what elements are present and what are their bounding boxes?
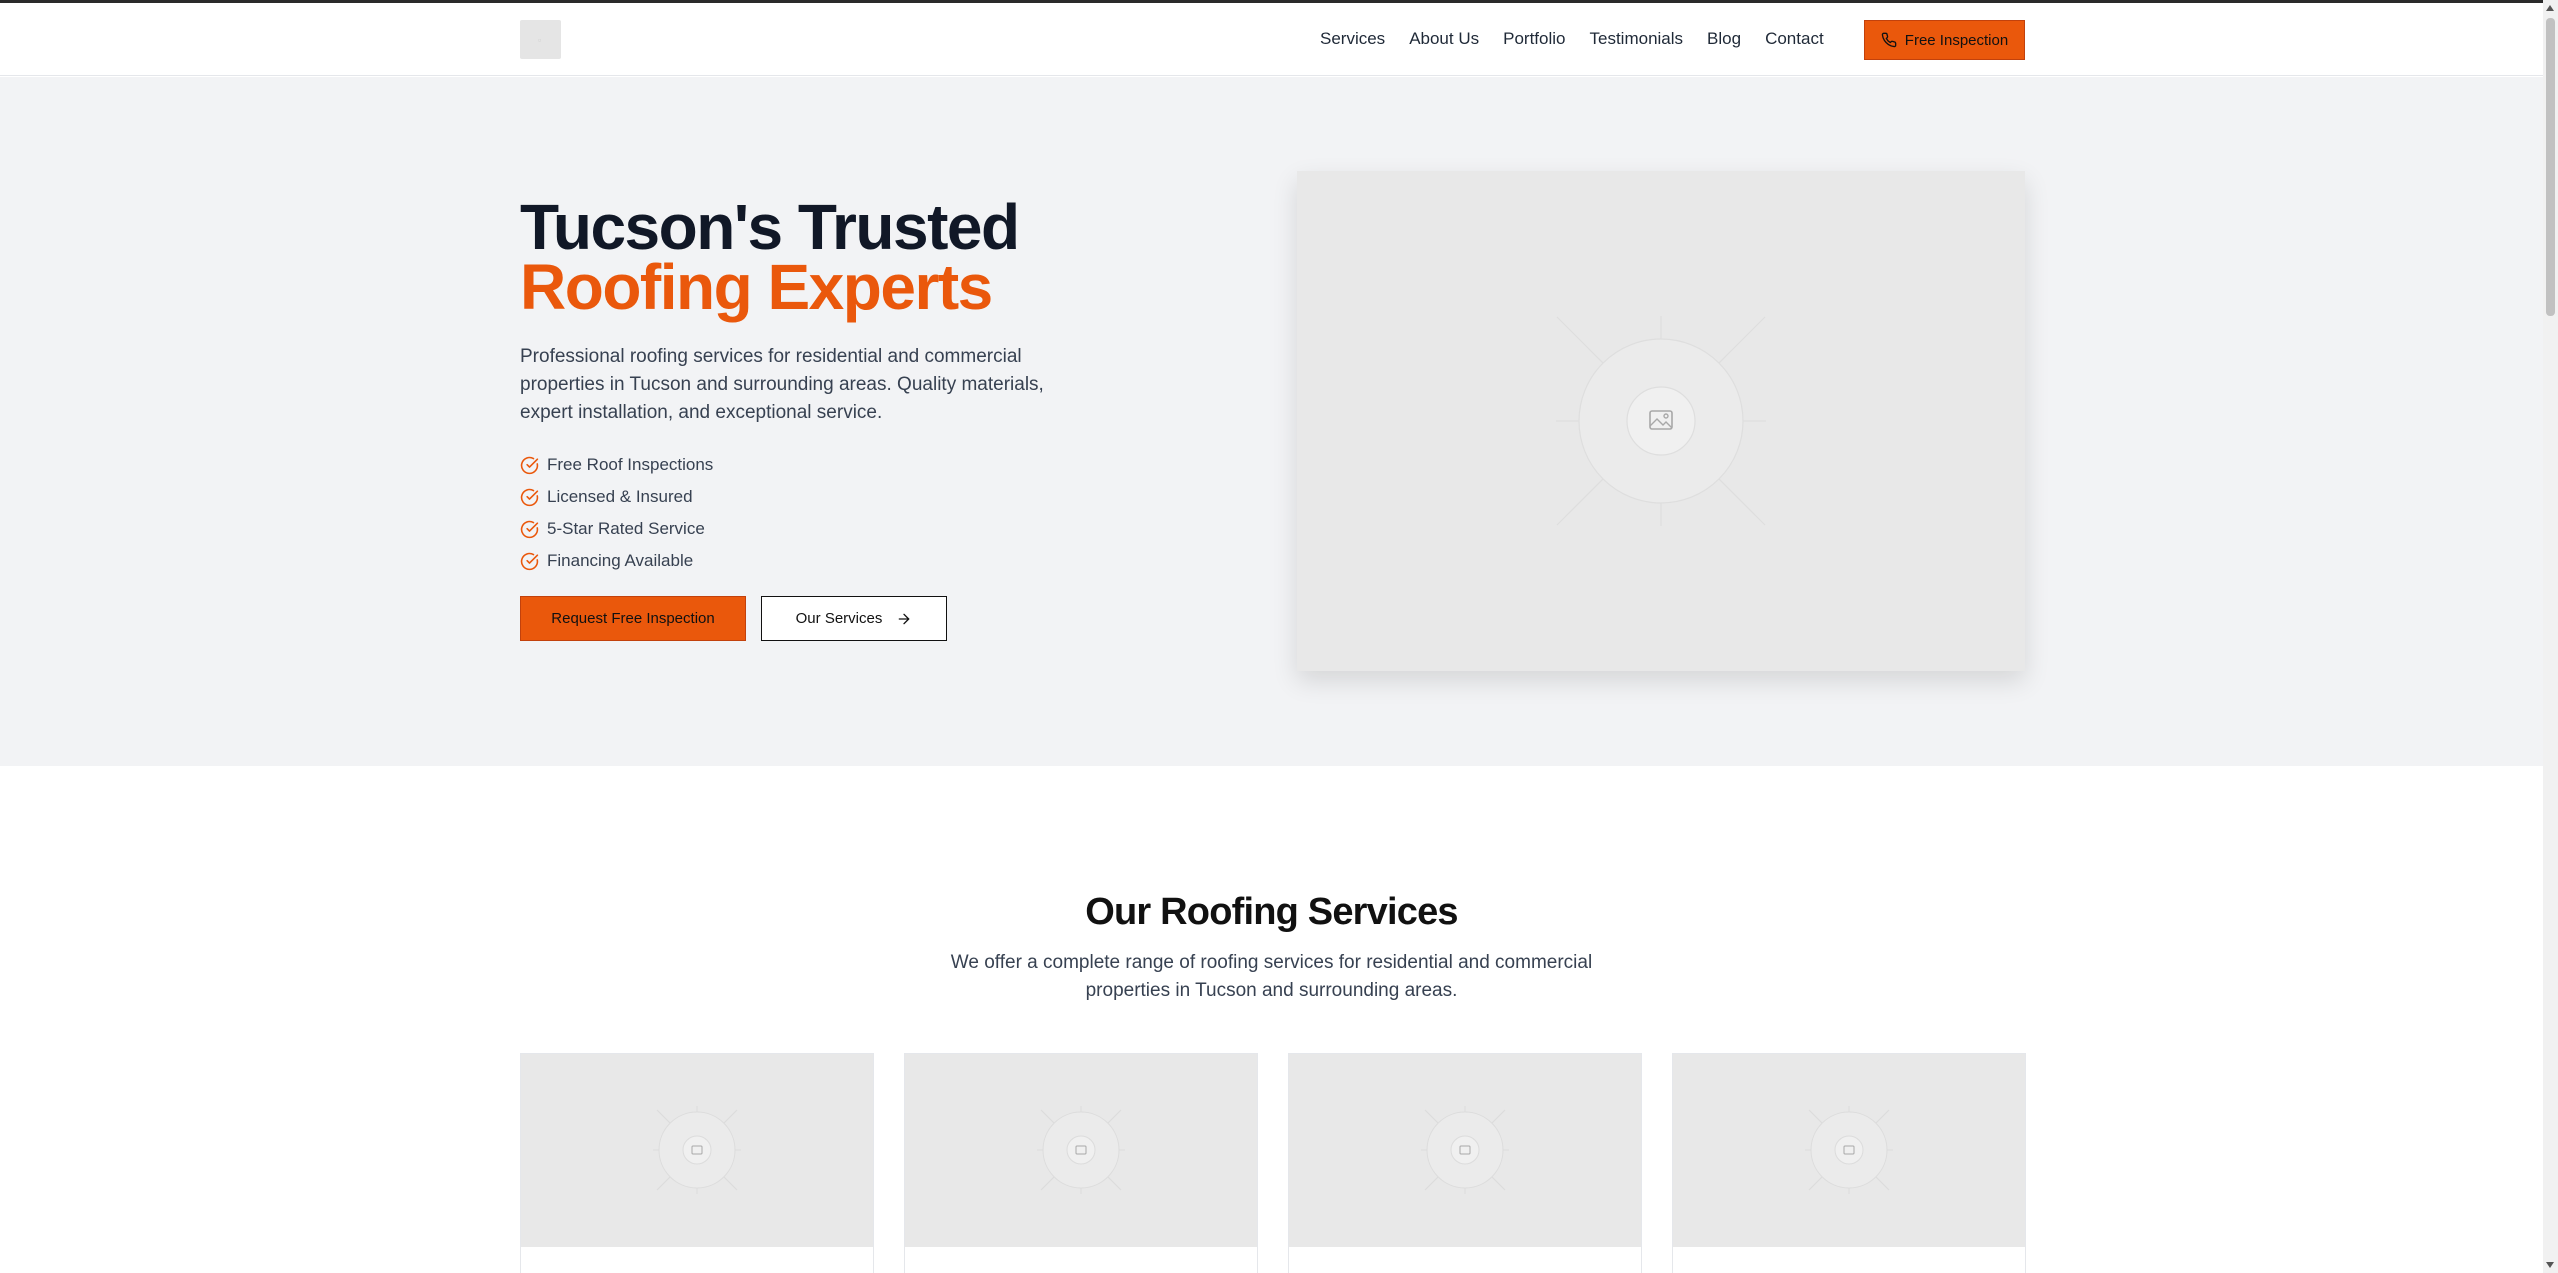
- main-nav: Services About Us Portfolio Testimonials…: [1320, 29, 1848, 49]
- check-circle-icon: [520, 456, 539, 474]
- scroll-down-icon[interactable]: [2546, 1262, 2554, 1268]
- scrollbar-thumb[interactable]: [2546, 18, 2555, 316]
- service-card-image: [521, 1054, 873, 1247]
- feature-label: Licensed & Insured: [547, 487, 693, 506]
- hero-title: Tucson's Trusted Roofing Experts: [520, 195, 1020, 323]
- image-placeholder-icon: [653, 1106, 741, 1194]
- image-placeholder-icon: [1037, 1106, 1125, 1194]
- nav-item-services[interactable]: Services: [1320, 29, 1385, 49]
- feature-list: Free Roof Inspections Licensed & Insured…: [520, 449, 713, 577]
- services-description: We offer a complete range of roofing ser…: [950, 952, 1593, 1001]
- nav-item-portfolio[interactable]: Portfolio: [1503, 29, 1565, 49]
- site-header: ▫ Services About Us Portfolio Testimonia…: [0, 3, 2543, 76]
- image-placeholder-icon: [1421, 1106, 1509, 1194]
- hero-description: Professional roofing services for reside…: [520, 346, 1044, 423]
- list-item: Licensed & Insured: [520, 481, 713, 513]
- list-item: Financing Available: [520, 545, 713, 577]
- free-inspection-button[interactable]: Free Inspection: [1864, 20, 2025, 60]
- feature-label: Free Roof Inspections: [547, 455, 714, 474]
- services-title: Our Roofing Services: [1085, 891, 1458, 933]
- service-card-image: [905, 1054, 1257, 1247]
- list-item: 5-Star Rated Service: [520, 513, 713, 545]
- phone-icon: [1881, 32, 1897, 48]
- image-placeholder-icon: [1805, 1106, 1893, 1194]
- nav-item-contact[interactable]: Contact: [1765, 29, 1824, 49]
- check-circle-icon: [520, 488, 539, 506]
- service-card-image: [1289, 1054, 1641, 1247]
- service-card[interactable]: [520, 1053, 874, 1273]
- hero-section: Tucson's Trusted Roofing Experts Profess…: [0, 77, 2543, 766]
- service-card[interactable]: [1672, 1053, 2026, 1273]
- hero-title-line2: Roofing Experts: [520, 251, 993, 323]
- arrow-right-icon: [899, 613, 910, 624]
- nav-item-about-us[interactable]: About Us: [1409, 29, 1479, 49]
- feature-label: Financing Available: [547, 551, 694, 570]
- our-services-label: Our Services: [795, 610, 883, 627]
- service-card[interactable]: [904, 1053, 1258, 1273]
- request-inspection-button[interactable]: Request Free Inspection: [520, 596, 746, 641]
- list-item: Free Roof Inspections: [520, 449, 713, 481]
- site-logo[interactable]: ▫: [520, 20, 561, 59]
- free-inspection-label: Free Inspection: [1904, 31, 2009, 49]
- scroll-up-icon[interactable]: [2546, 5, 2554, 11]
- hero-image: [1297, 171, 2025, 671]
- logo-image-icon: ▫: [538, 35, 542, 45]
- service-card[interactable]: [1288, 1053, 1642, 1273]
- check-circle-icon: [520, 520, 539, 538]
- check-circle-icon: [520, 552, 539, 570]
- vertical-scrollbar[interactable]: [2543, 0, 2558, 1273]
- our-services-button[interactable]: Our Services: [761, 596, 947, 641]
- nav-item-testimonials[interactable]: Testimonials: [1590, 29, 1684, 49]
- service-card-image: [1673, 1054, 2025, 1247]
- feature-label: 5-Star Rated Service: [547, 519, 705, 538]
- image-placeholder-icon: [1556, 316, 1766, 526]
- nav-item-blog[interactable]: Blog: [1707, 29, 1741, 49]
